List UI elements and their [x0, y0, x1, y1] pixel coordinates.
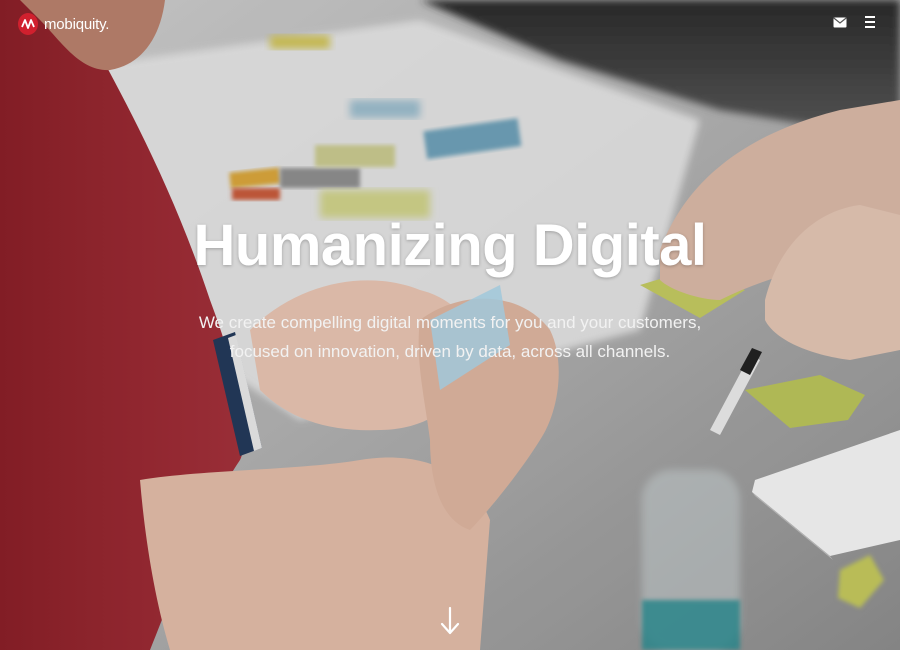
brand-logo-mark	[18, 13, 38, 35]
hero-subtitle-line-2: focused on innovation, driven by data, a…	[229, 342, 671, 361]
brand-name: mobiquity.	[44, 15, 110, 33]
hero-section: mobiquity. Humanizing Digital We create …	[0, 0, 900, 650]
brand-logo[interactable]: mobiquity.	[18, 13, 109, 35]
menu-icon[interactable]	[862, 14, 878, 30]
hero-subtitle: We create compelling digital moments for…	[0, 308, 900, 366]
brand-wave-icon	[21, 19, 35, 29]
hero-title: Humanizing Digital	[193, 213, 708, 278]
hero-subtitle-line-1: We create compelling digital moments for…	[198, 313, 702, 332]
arrow-down-icon[interactable]	[439, 606, 461, 636]
header-actions	[832, 14, 878, 30]
mail-icon[interactable]	[832, 14, 848, 30]
